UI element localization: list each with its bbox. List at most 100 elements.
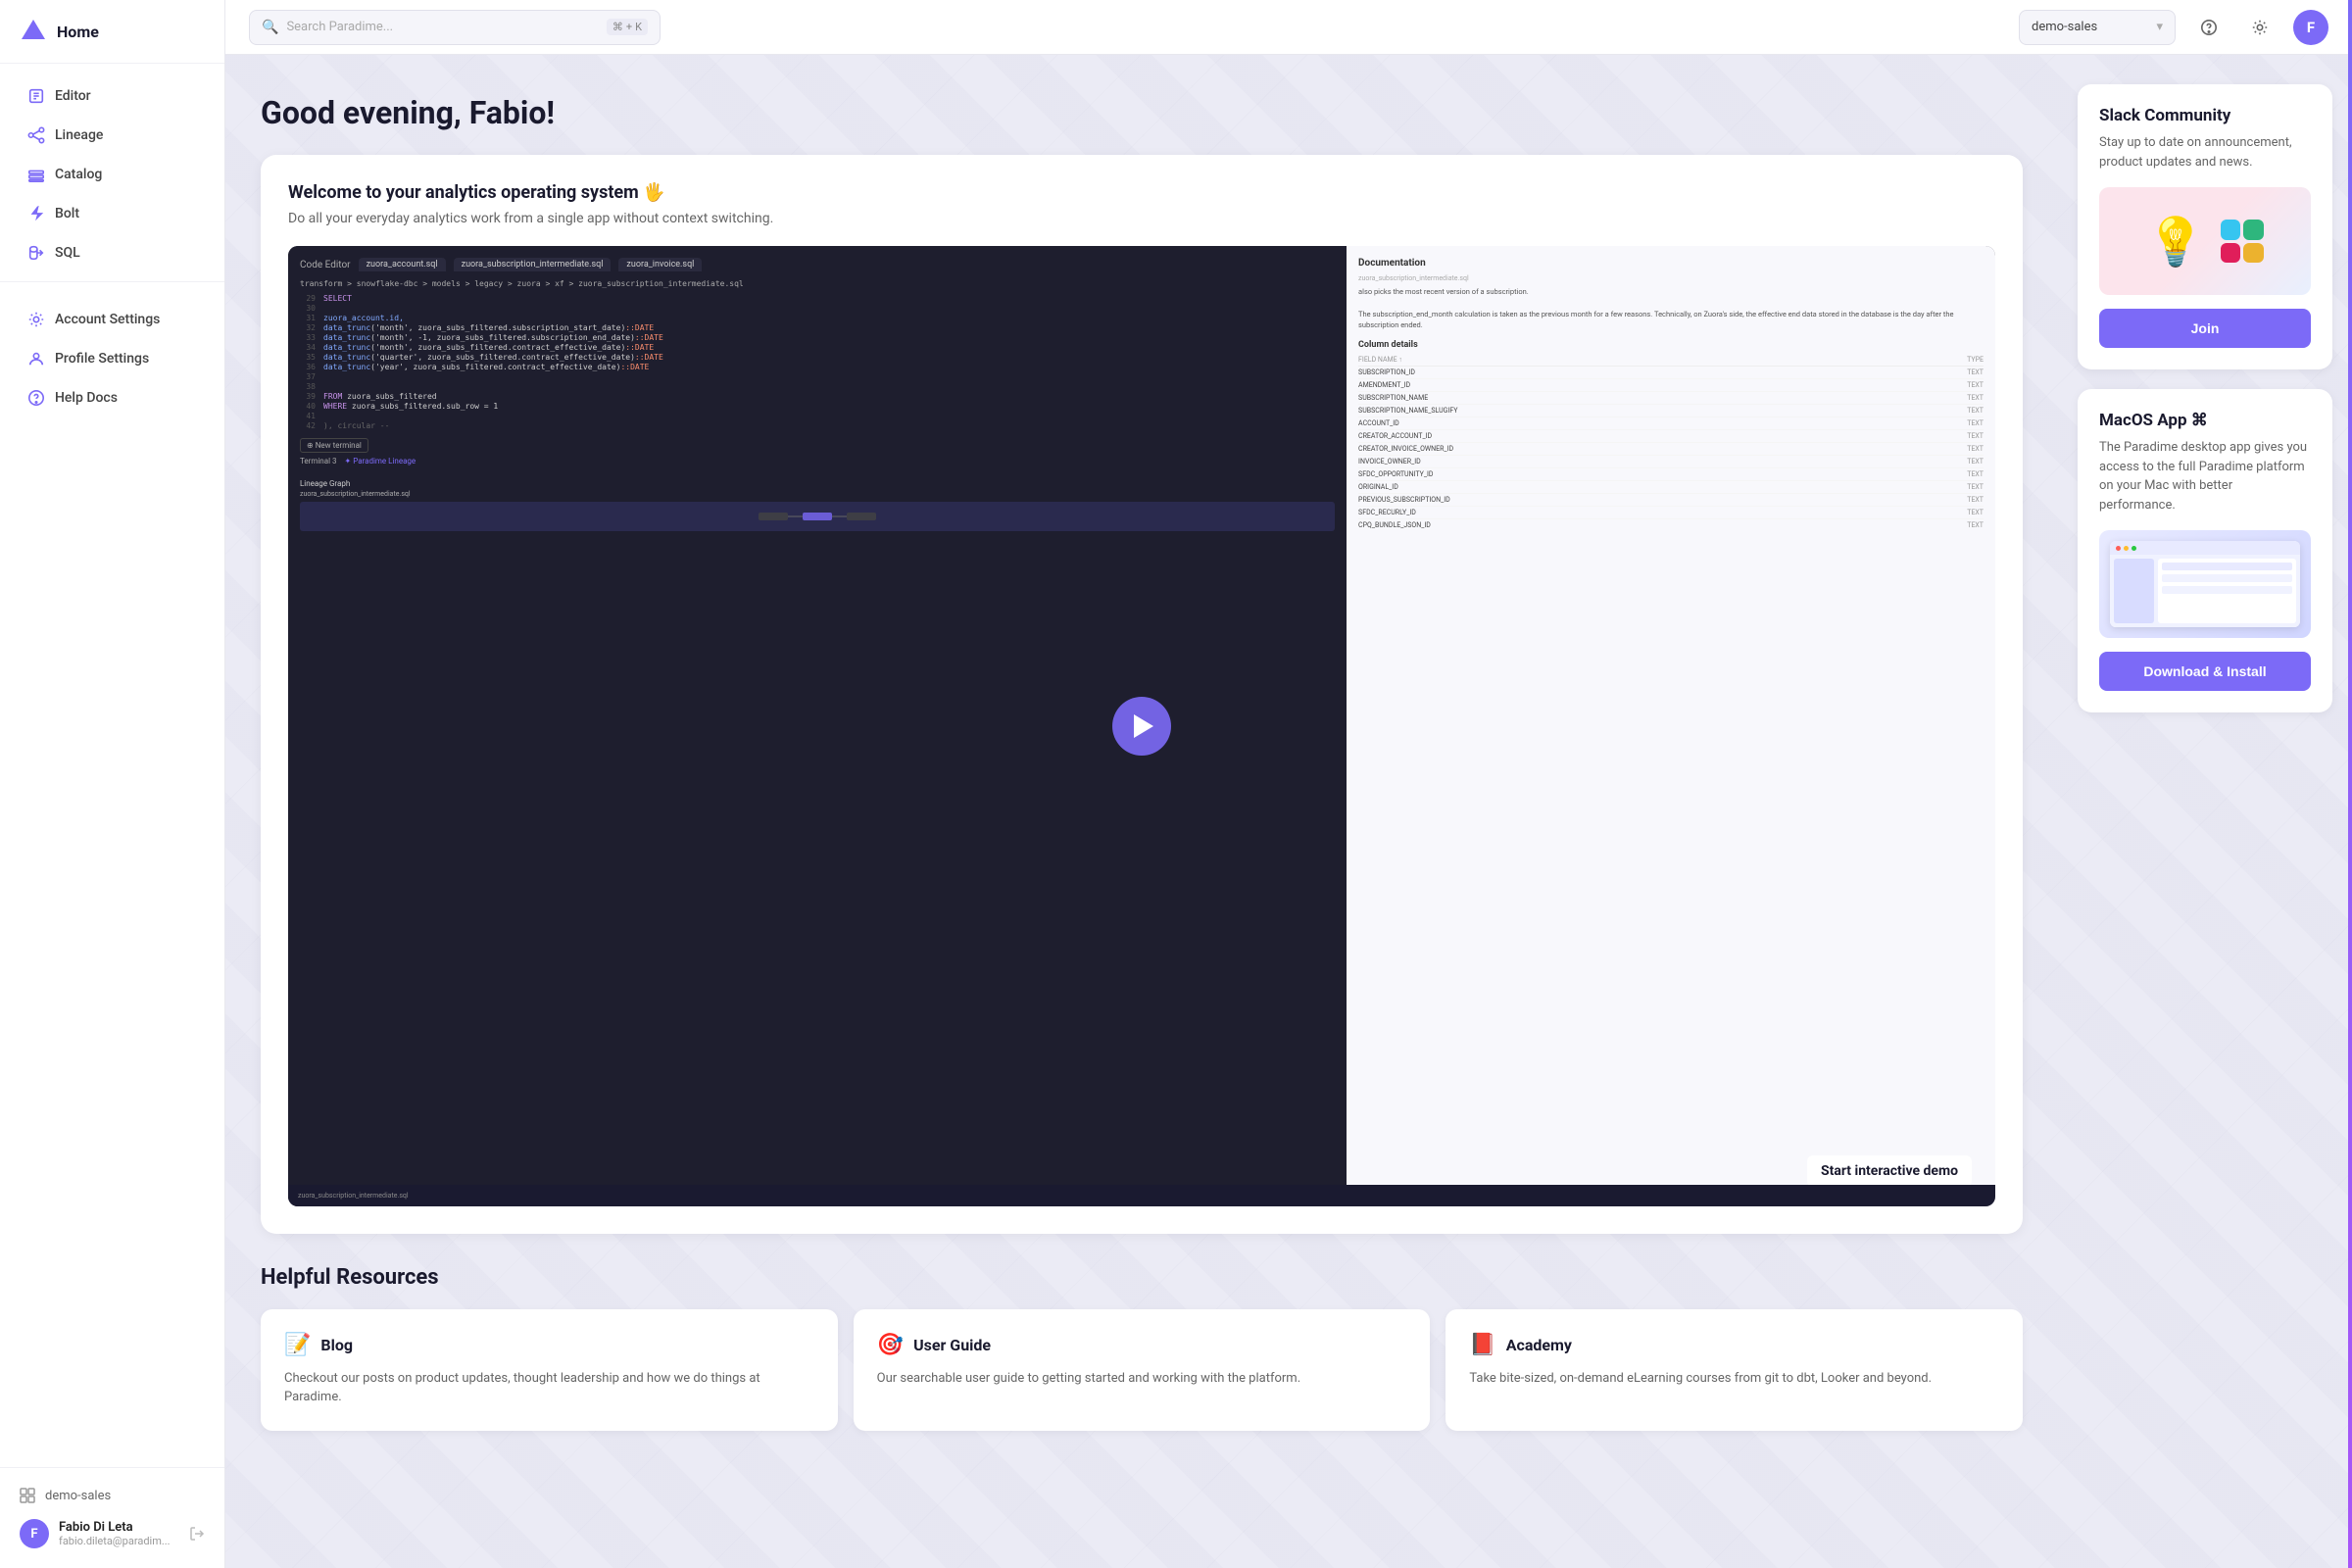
guide-header: 🎯 User Guide bbox=[877, 1333, 1407, 1357]
user-avatar-topbar[interactable]: F bbox=[2293, 10, 2328, 45]
code-editor-panel: Code Editor zuora_account.sql zuora_subs… bbox=[288, 246, 1347, 1206]
slack-desc: Stay up to date on announcement, product… bbox=[2099, 133, 2311, 172]
lineage-graph-label: Lineage Graph bbox=[300, 479, 350, 488]
col-row-7: CREATOR_INVOICE_OWNER_IDTEXT bbox=[1358, 443, 1984, 456]
welcome-title: Welcome to your analytics operating syst… bbox=[288, 182, 1995, 203]
demo-label[interactable]: Start interactive demo bbox=[1807, 1155, 1972, 1187]
code-tab-3: zuora_invoice.sql bbox=[618, 258, 702, 271]
col-row-10: ORIGINAL_IDTEXT bbox=[1358, 481, 1984, 494]
bulb-emoji: 💡 bbox=[2146, 214, 2205, 270]
profile-settings-label: Profile Settings bbox=[55, 351, 149, 367]
expand-dot bbox=[2132, 546, 2136, 551]
new-terminal-btn[interactable]: ⊕ New terminal bbox=[300, 438, 368, 453]
sidebar-item-catalog[interactable]: Catalog bbox=[8, 156, 217, 193]
content-area: Good evening, Fabio! Welcome to your ana… bbox=[225, 55, 2352, 1568]
col-row-1: SUBSCRIPTION_IDTEXT bbox=[1358, 367, 1984, 379]
sidebar-item-help-docs[interactable]: Help Docs bbox=[8, 379, 217, 416]
code-line-10: 38 bbox=[300, 382, 1335, 391]
col-header: FIELD NAME ↑TYPE bbox=[1358, 354, 1984, 367]
logout-icon[interactable] bbox=[189, 1526, 205, 1542]
col-row-2: AMENDMENT_IDTEXT bbox=[1358, 379, 1984, 392]
help-button[interactable] bbox=[2191, 10, 2227, 45]
col-row-12: SFDC_RECURLY_IDTEXT bbox=[1358, 507, 1984, 519]
sidebar-item-editor[interactable]: Editor bbox=[8, 77, 217, 115]
search-shortcut: ⌘ + K bbox=[607, 19, 648, 35]
minimize-dot bbox=[2124, 546, 2129, 551]
resource-card-academy[interactable]: 📕 Academy Take bite-sized, on-demand eLe… bbox=[1446, 1309, 2023, 1431]
helpful-resources: Helpful Resources 📝 Blog Checkout our po… bbox=[261, 1265, 2023, 1431]
mock-bar-2 bbox=[2162, 574, 2292, 582]
guide-title: User Guide bbox=[913, 1336, 991, 1354]
settings-button[interactable] bbox=[2242, 10, 2278, 45]
code-line-6: 34data_trunc('month', zuora_subs_filtere… bbox=[300, 343, 1335, 352]
search-icon: 🔍 bbox=[262, 20, 278, 35]
doc-content: also picks the most recent version of a … bbox=[1358, 286, 1984, 330]
resource-card-blog[interactable]: 📝 Blog Checkout our posts on product upd… bbox=[261, 1309, 838, 1431]
col-row-8: INVOICE_OWNER_IDTEXT bbox=[1358, 456, 1984, 468]
account-settings-label: Account Settings bbox=[55, 312, 160, 327]
search-placeholder: Search Paradime... bbox=[286, 20, 598, 34]
logo[interactable]: Home bbox=[0, 0, 224, 64]
search-box[interactable]: 🔍 Search Paradime... ⌘ + K bbox=[249, 10, 661, 45]
blog-icon: 📝 bbox=[284, 1333, 311, 1357]
column-table: FIELD NAME ↑TYPE SUBSCRIPTION_IDTEXT AME… bbox=[1358, 354, 1984, 531]
macos-title: MacOS App ⌘ bbox=[2099, 411, 2311, 430]
bolt-label: Bolt bbox=[55, 206, 79, 221]
code-line-7: 35data_trunc('quarter', zuora_subs_filte… bbox=[300, 353, 1335, 362]
nav-divider bbox=[0, 281, 224, 291]
browser-mockup bbox=[2110, 541, 2300, 627]
code-line-5: 33data_trunc('month', -1, zuora_subs_fil… bbox=[300, 333, 1335, 342]
video-preview: Code Editor zuora_account.sql zuora_subs… bbox=[288, 246, 1995, 1206]
slack-sq-1 bbox=[2221, 220, 2241, 240]
resource-card-guide[interactable]: 🎯 User Guide Our searchable user guide t… bbox=[854, 1309, 1431, 1431]
sidebar: Home Editor Lineage bbox=[0, 0, 225, 1568]
lineage-label: Lineage bbox=[55, 127, 103, 143]
col-row-3: SUBSCRIPTION_NAMETEXT bbox=[1358, 392, 1984, 405]
code-line-13: 41 bbox=[300, 412, 1335, 420]
user-row[interactable]: F Fabio Di Leta fabio.dileta@paradim... bbox=[0, 1511, 224, 1556]
col-row-6: CREATOR_ACCOUNT_IDTEXT bbox=[1358, 430, 1984, 443]
sidebar-item-bolt[interactable]: Bolt bbox=[8, 195, 217, 232]
terminal-bar: ⊕ New terminal bbox=[300, 438, 1335, 453]
help-docs-label: Help Docs bbox=[55, 390, 118, 406]
slack-sq-2 bbox=[2243, 220, 2264, 240]
browser-sidebar-mock bbox=[2114, 559, 2154, 623]
lineage-filename: zuora_subscription_intermediate.sql bbox=[300, 490, 1335, 498]
doc-title: Documentation bbox=[1358, 258, 1984, 269]
lineage-graph-section: Lineage Graph zuora_subscription_interme… bbox=[300, 471, 1335, 531]
close-dot bbox=[2116, 546, 2121, 551]
macos-card: MacOS App ⌘ The Paradime desktop app giv… bbox=[2078, 389, 2332, 712]
terminal-3-tab[interactable]: Terminal 3 bbox=[300, 457, 337, 466]
sidebar-item-sql[interactable]: SQL bbox=[8, 234, 217, 271]
code-line-2: 30 bbox=[300, 304, 1335, 313]
academy-title: Academy bbox=[1506, 1336, 1572, 1354]
user-email: fabio.dileta@paradim... bbox=[59, 1535, 179, 1547]
editor-header: Code Editor zuora_account.sql zuora_subs… bbox=[300, 258, 1335, 271]
column-details-title: Column details bbox=[1358, 340, 1984, 350]
browser-content bbox=[2110, 555, 2300, 627]
lineage-viz bbox=[300, 502, 1335, 531]
slack-sq-4 bbox=[2243, 243, 2264, 264]
play-triangle bbox=[1134, 714, 1153, 738]
play-button[interactable] bbox=[1112, 697, 1171, 756]
breadcrumb-path: transform > snowflake-dbc > models > leg… bbox=[300, 279, 1335, 288]
sql-label: SQL bbox=[55, 245, 80, 261]
workspace-selector[interactable]: demo-sales ▾ bbox=[2019, 10, 2176, 45]
sidebar-item-account-settings[interactable]: Account Settings bbox=[8, 301, 217, 338]
lineage-tab[interactable]: ✦ Paradime Lineage bbox=[345, 457, 416, 466]
slack-join-button[interactable]: Join bbox=[2099, 309, 2311, 348]
sidebar-item-profile-settings[interactable]: Profile Settings bbox=[8, 340, 217, 377]
col-row-11: PREVIOUS_SUBSCRIPTION_IDTEXT bbox=[1358, 494, 1984, 507]
slack-sq-3 bbox=[2221, 243, 2241, 264]
code-tab-1: zuora_account.sql bbox=[359, 258, 446, 271]
app-title: Home bbox=[57, 23, 99, 41]
sidebar-item-lineage[interactable]: Lineage bbox=[8, 117, 217, 154]
greeting-heading: Good evening, Fabio! bbox=[261, 94, 2023, 131]
demo-card: Welcome to your analytics operating syst… bbox=[261, 155, 2023, 1234]
download-install-button[interactable]: Download & Install bbox=[2099, 652, 2311, 691]
slack-title: Slack Community bbox=[2099, 106, 2311, 125]
mock-bar-3 bbox=[2162, 586, 2292, 594]
code-line-1: 29SELECT bbox=[300, 294, 1335, 303]
editor-title: Code Editor bbox=[300, 260, 351, 270]
blog-title: Blog bbox=[320, 1336, 353, 1354]
